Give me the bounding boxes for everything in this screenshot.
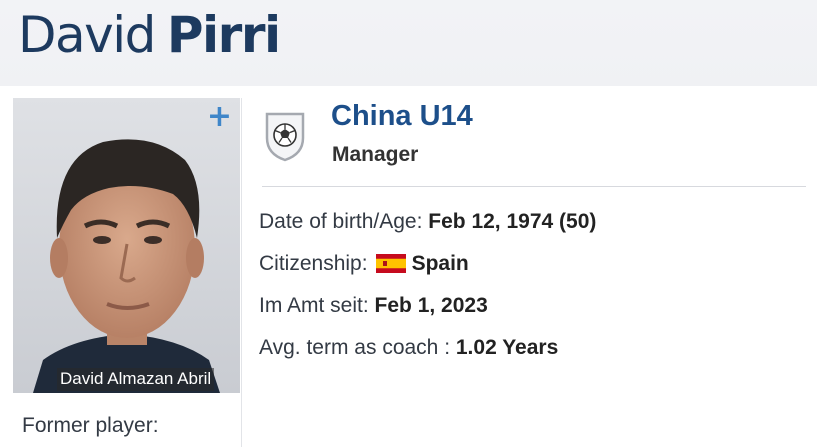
citizenship-label: Citizenship: [259,252,368,275]
first-name: David [18,6,156,64]
coach-profile-page: David Pirri + David Almazan Abril Former… [0,0,817,447]
profile-photo[interactable]: + David Almazan Abril [13,98,240,393]
last-name: Pirri [166,6,281,64]
column-divider [241,98,242,447]
coach-role: Manager [332,143,419,166]
avg-term-value: 1.02 Years [455,336,559,359]
avg-term-label: Avg. term as coach : [259,336,451,359]
date-of-birth-row: Date of birth/Age: Feb 12, 1974 (50) [259,210,596,234]
in-office-since-row: Im Amt seit: Feb 1, 2023 [259,294,488,318]
spain-flag-icon [375,254,406,273]
average-term-row: Avg. term as coach : 1.02 Years [259,336,558,360]
football-crest-icon[interactable] [263,110,307,162]
dob-value: Feb 12, 1974 (50) [428,210,597,233]
former-player-label: Former player: [22,414,159,437]
citizenship-value[interactable]: Spain [412,252,469,275]
club-link[interactable]: China U14 [331,100,473,133]
profile-header: David Pirri [0,0,817,84]
citizenship-row: Citizenship: Spain [259,252,469,276]
portrait-image [13,98,240,393]
in-office-label: Im Amt seit: [259,294,369,317]
profile-card: + David Almazan Abril Former player: Chi… [0,86,817,447]
photo-caption: David Almazan Abril [57,368,215,391]
page-title: David Pirri [18,3,281,67]
dob-label: Date of birth/Age: [259,210,423,233]
add-icon[interactable]: + [207,102,232,132]
section-divider [262,186,806,187]
in-office-value: Feb 1, 2023 [374,294,488,317]
